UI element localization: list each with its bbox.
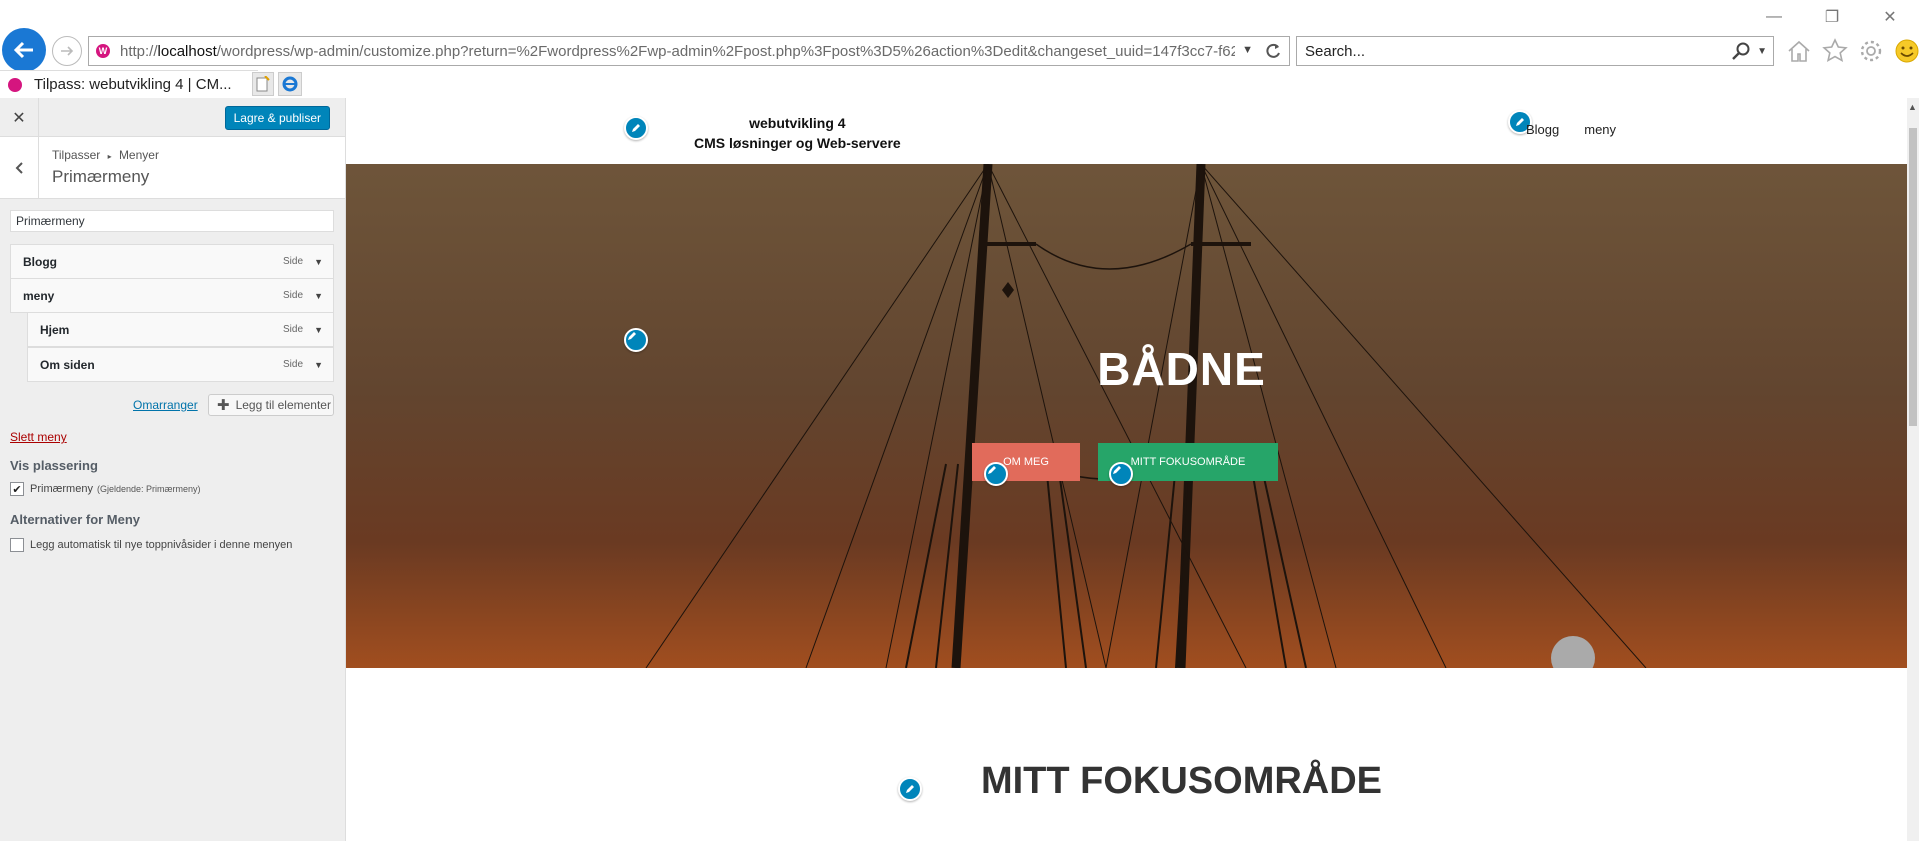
- location-checkbox[interactable]: ✔: [10, 482, 24, 496]
- section-title: Primærmeny: [52, 167, 150, 186]
- site-header: webutvikling 4 CMS løsninger og Web-serv…: [346, 98, 1907, 164]
- edit-pencil-icon[interactable]: [624, 116, 648, 140]
- location-checkbox-label: Primærmeny: [30, 483, 93, 495]
- add-items-label: Legg til elementer: [235, 398, 331, 412]
- menu-item-label: Blogg: [23, 254, 57, 269]
- plus-icon: ✚: [217, 397, 230, 414]
- edit-pencil-icon[interactable]: [984, 462, 1008, 486]
- hero-title: BÅDNE: [1097, 343, 1266, 395]
- edit-pencil-icon[interactable]: [1109, 462, 1133, 486]
- menu-item-type: Side: [282, 256, 303, 267]
- location-heading: Vis plassering: [10, 458, 98, 473]
- tab-favicon-icon: [8, 77, 22, 92]
- auto-add-row: Legg automatisk til nye toppnivåsider i …: [10, 538, 292, 552]
- url-text[interactable]: http://localhost/wordpress/wp-admin/cust…: [120, 43, 1235, 60]
- menu-item-type: Side: [282, 324, 303, 335]
- ie-tab-button[interactable]: [278, 72, 302, 96]
- back-arrow-icon: [13, 41, 33, 59]
- back-button[interactable]: [2, 28, 46, 72]
- options-heading: Alternativer for Meny: [10, 512, 141, 527]
- breadcrumb-child: Menyer: [118, 148, 159, 162]
- search-placeholder: Search...: [1305, 42, 1366, 60]
- nav-item-meny[interactable]: meny: [1584, 122, 1616, 137]
- menu-item[interactable]: meny Side ▼: [10, 278, 334, 313]
- gear-icon[interactable]: [1856, 36, 1886, 66]
- scrollbar-thumb[interactable]: [1909, 128, 1917, 426]
- chevron-down-icon[interactable]: ▼: [314, 257, 323, 267]
- focus-section-title: MITT FOKUSOMRÅDE: [980, 760, 1383, 802]
- chevron-down-icon[interactable]: ▼: [314, 325, 323, 335]
- menu-item[interactable]: Hjem Side ▼: [27, 312, 334, 347]
- menu-item-label: Om siden: [40, 357, 95, 372]
- chevron-left-icon: [15, 162, 23, 174]
- close-window-button[interactable]: ✕: [1861, 0, 1919, 34]
- browser-chrome: W http://localhost/wordpress/wp-admin/cu…: [0, 0, 1919, 98]
- site-title-block[interactable]: webutvikling 4 CMS løsninger og Web-serv…: [694, 113, 901, 153]
- browser-tab[interactable]: Tilpass: webutvikling 4 | CM...: [0, 70, 258, 98]
- ie-logo-icon: [282, 76, 298, 92]
- new-tab-button[interactable]: [252, 72, 274, 96]
- search-dropdown-icon[interactable]: ▼: [1757, 46, 1767, 57]
- menu-item[interactable]: Om siden Side ▼: [27, 347, 334, 382]
- site-favicon-icon: W: [96, 44, 110, 58]
- tab-title: Tilpass: webutvikling 4 | CM...: [34, 76, 232, 93]
- smiley-icon[interactable]: [1892, 36, 1919, 66]
- location-checkbox-note: (Gjeldende: Primærmeny): [96, 484, 201, 494]
- address-dropdown-icon[interactable]: ▼: [1242, 44, 1253, 56]
- site-preview: webutvikling 4 CMS løsninger og Web-serv…: [346, 98, 1907, 841]
- reorder-link[interactable]: Omarranger: [133, 398, 198, 412]
- delete-menu-link[interactable]: Slett meny: [10, 430, 67, 444]
- site-title: webutvikling 4: [749, 115, 846, 131]
- breadcrumb: Tilpasser ▸ Menyer: [52, 148, 159, 162]
- menu-item[interactable]: Blogg Side ▼: [10, 244, 334, 279]
- preview-scrollbar[interactable]: ▲: [1907, 98, 1919, 841]
- refresh-icon[interactable]: [1263, 41, 1283, 66]
- restore-button[interactable]: ❐: [1803, 0, 1861, 34]
- star-icon[interactable]: [1820, 36, 1850, 66]
- forward-button[interactable]: [52, 36, 82, 66]
- auto-add-checkbox[interactable]: [10, 538, 24, 552]
- close-customizer-button[interactable]: ✕: [0, 98, 39, 137]
- back-section-button[interactable]: [0, 137, 39, 199]
- chevron-down-icon[interactable]: ▼: [314, 291, 323, 301]
- minimize-button[interactable]: —: [1745, 0, 1803, 34]
- ship-masts-image: [346, 164, 1907, 668]
- menu-item-type: Side: [282, 359, 303, 370]
- site-tagline: CMS løsninger og Web-servere: [694, 135, 901, 151]
- home-icon[interactable]: [1784, 36, 1814, 66]
- customizer-sidebar: ✕ Lagre & publiser Tilpasser ▸ Menyer Pr…: [0, 98, 346, 841]
- auto-add-label: Legg automatisk til nye toppnivåsider i …: [30, 539, 293, 551]
- hero-banner: BÅDNE OM MEG MITT FOKUSOMRÅDE: [346, 164, 1907, 668]
- search-box[interactable]: Search... ▼: [1296, 36, 1774, 66]
- primary-nav: Blogg meny: [1526, 122, 1616, 137]
- menu-name-input[interactable]: Primærmeny: [10, 210, 334, 232]
- publish-button[interactable]: Lagre & publiser: [224, 106, 330, 130]
- menu-item-label: Hjem: [40, 322, 70, 337]
- new-tab-icon: [256, 76, 270, 92]
- menu-item-type: Side: [282, 290, 303, 301]
- scroll-up-icon[interactable]: ▲: [1908, 102, 1917, 112]
- breadcrumb-parent: Tilpasser: [52, 148, 101, 162]
- section-header: Tilpasser ▸ Menyer Primærmeny: [0, 137, 345, 199]
- customizer-header: ✕ Lagre & publiser: [0, 98, 345, 137]
- breadcrumb-sep: ▸: [107, 152, 112, 161]
- address-bar[interactable]: W http://localhost/wordpress/wp-admin/cu…: [88, 36, 1290, 66]
- chevron-down-icon[interactable]: ▼: [314, 360, 323, 370]
- forward-arrow-icon: [61, 46, 74, 56]
- nav-item-blogg[interactable]: Blogg: [1526, 122, 1559, 137]
- location-checkbox-row: ✔ Primærmeny (Gjeldende: Primærmeny): [10, 482, 200, 496]
- add-items-button[interactable]: ✚ Legg til elementer: [208, 394, 334, 416]
- menu-item-label: meny: [23, 288, 55, 303]
- search-icon[interactable]: [1731, 41, 1751, 61]
